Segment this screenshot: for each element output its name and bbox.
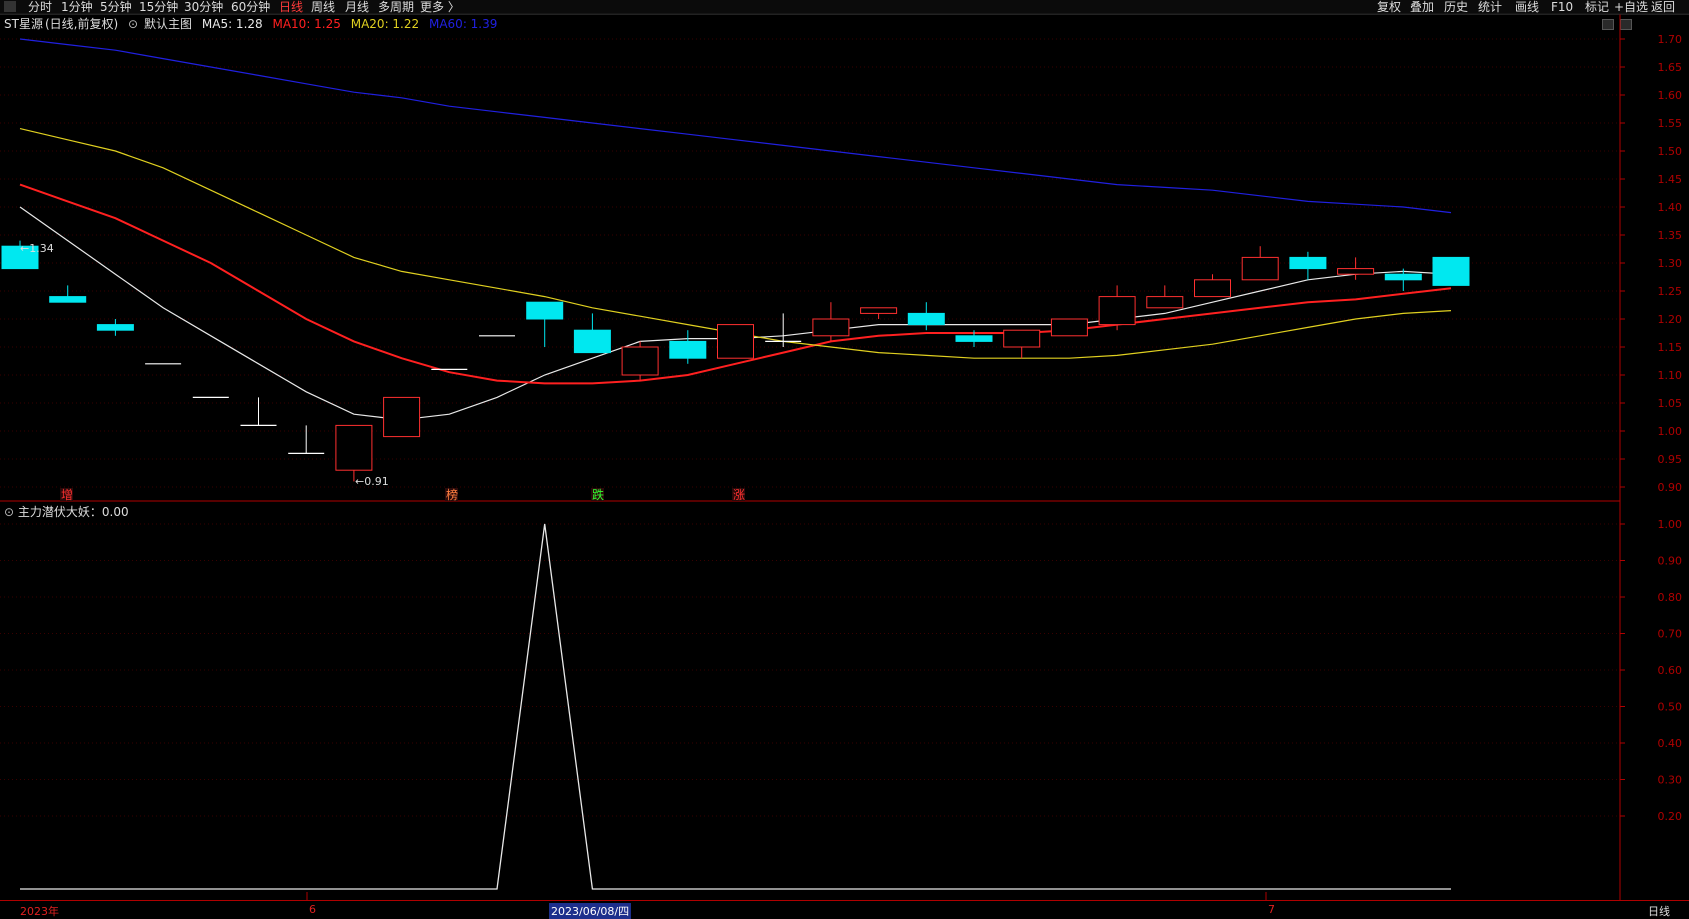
candle-body: [955, 335, 993, 342]
price-axis-label: 1.35: [1658, 229, 1683, 242]
candle-body: [1194, 279, 1231, 298]
price-axis-label: 1.70: [1658, 33, 1683, 46]
period-tab[interactable]: 日线: [1648, 903, 1670, 919]
candle-body: [383, 396, 421, 438]
candle-body: [669, 340, 707, 359]
indicator-axis-label: 0.90: [1658, 555, 1683, 568]
price-axis-label: 1.20: [1658, 313, 1683, 326]
candle-body: [812, 318, 850, 337]
ma-line-ma20: [19, 128, 1452, 359]
candle-body: [621, 346, 659, 376]
kline-chart[interactable]: 1.70 1.65 1.60 1.55 1.50 1.45 1.40 1.35 1.30 1.25…: [0, 0, 1689, 916]
indicator-axis-label: 0.30: [1658, 774, 1683, 787]
ma-line-ma5: [19, 206, 1452, 421]
price-axis-label: 0.95: [1658, 453, 1683, 466]
indicator-axis-label: 0.60: [1658, 664, 1683, 677]
price-axis-label: 1.50: [1658, 145, 1683, 158]
price-axis-label: 0.90: [1658, 481, 1683, 494]
price-axis-label: 1.40: [1658, 201, 1683, 214]
indicator-axis-label: 0.80: [1658, 591, 1683, 604]
date-label-cursor: 2023/06/08/四: [549, 903, 632, 919]
price-axis-label: 1.10: [1658, 369, 1683, 382]
price-axis-label: 1.15: [1658, 341, 1683, 354]
candle-body: [1289, 256, 1327, 270]
price-axis-label: 1.00: [1658, 425, 1683, 438]
indicator-axis-label: 1.00: [1658, 518, 1683, 531]
date-axis-bar: 2023年 6 2023/06/08/四 7 日线: [0, 900, 1689, 919]
price-axis-label: 1.55: [1658, 117, 1683, 130]
indicator-axis-label: 0.70: [1658, 628, 1683, 641]
candle-body: [1098, 296, 1136, 326]
candle-body: [49, 296, 87, 303]
candle-body: [573, 329, 611, 354]
ma-line-ma60: [19, 38, 1452, 214]
indicator-axis-label: 0.20: [1658, 810, 1683, 823]
price-axis-label: 1.25: [1658, 285, 1683, 298]
candle-body: [1050, 318, 1088, 337]
candle-body: [1146, 296, 1184, 309]
date-label-year: 2023年: [20, 905, 59, 918]
price-axis-label: 1.60: [1658, 89, 1683, 102]
candle-body: [1337, 268, 1375, 275]
price-axis-label: 1.45: [1658, 173, 1683, 186]
price-axis-label: 1.05: [1658, 397, 1683, 410]
candle-body: [1384, 273, 1422, 281]
indicator-axis-label: 0.40: [1658, 737, 1683, 750]
indicator-axis-label: 0.50: [1658, 701, 1683, 714]
event-marker: 跌: [592, 487, 604, 502]
date-label-june: 6: [309, 903, 316, 916]
candle-body: [526, 301, 564, 320]
event-marker: 榜: [446, 487, 458, 502]
event-marker: 增: [61, 488, 73, 502]
date-label-july: 7: [1268, 903, 1275, 916]
candle-body: [1003, 329, 1041, 348]
candle-body: [1432, 256, 1470, 286]
candle-body: [335, 424, 373, 471]
price-axis-label: 1.30: [1658, 257, 1683, 270]
candle-body: [907, 312, 945, 326]
candle-body: [717, 324, 754, 359]
candle-body: [96, 324, 134, 331]
price-axis-label: 1.65: [1658, 61, 1683, 74]
candle-body: [1241, 256, 1279, 281]
low-annotation: ←0.91: [355, 475, 389, 488]
candle-body: [860, 307, 898, 314]
high-annotation: ←1.34: [20, 242, 54, 255]
event-marker: 涨: [733, 487, 745, 502]
